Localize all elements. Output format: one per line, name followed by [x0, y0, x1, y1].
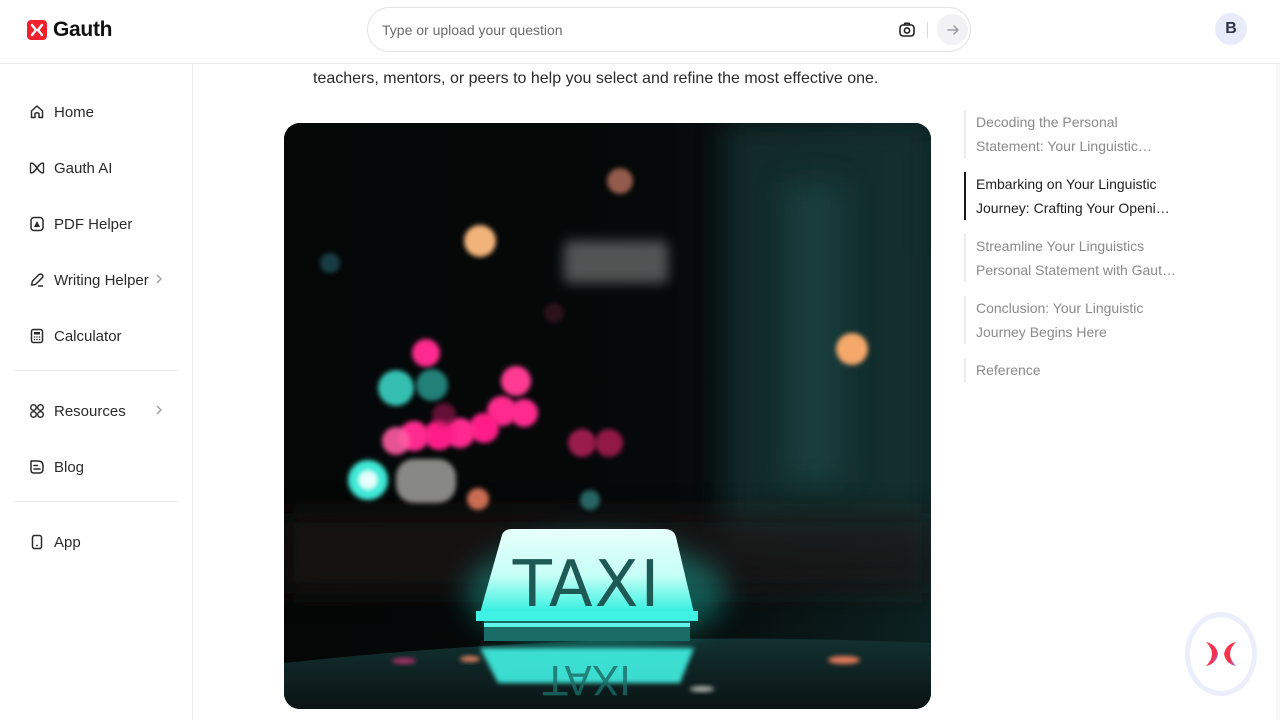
sidebar-item-label: App [54, 533, 81, 551]
toc-item[interactable]: Streamline Your Linguistics Personal Sta… [964, 234, 1184, 282]
sidebar-divider [14, 501, 178, 502]
submit-button[interactable] [937, 14, 968, 45]
sidebar-item-label: Gauth AI [54, 159, 113, 177]
chevron-right-icon [154, 403, 164, 417]
toc-item[interactable]: Decoding the Personal Statement: Your Li… [964, 110, 1184, 158]
toc-item-active[interactable]: Embarking on Your Linguistic Journey: Cr… [964, 172, 1184, 220]
sidebar-item-resources[interactable]: Resources [14, 391, 178, 431]
arrow-right-icon [946, 24, 959, 35]
sidebar-item-label: Writing Helper [54, 271, 149, 289]
search-bar [367, 7, 971, 52]
sidebar-item-label: Home [54, 103, 95, 121]
article-paragraph: teachers, mentors, or peers to help you … [313, 70, 879, 87]
brand-logo[interactable]: Gauth [27, 18, 112, 42]
sidebar-divider [14, 370, 178, 371]
article-image: TAXI TAXI [284, 123, 931, 709]
sidebar-item-writing-helper[interactable]: Writing Helper [14, 260, 178, 300]
sidebar-item-label: PDF Helper [54, 215, 133, 233]
grid-icon [28, 402, 46, 420]
gauth-logo-icon [27, 20, 47, 40]
search-input[interactable] [382, 16, 882, 44]
sidebar-item-home[interactable]: Home [14, 92, 178, 132]
gauth-ai-icon [28, 159, 46, 177]
search-divider [927, 22, 928, 38]
sidebar-item-app[interactable]: App [14, 522, 178, 562]
taxi-sign-text: TAXI [512, 548, 662, 622]
sidebar-item-gauth-ai[interactable]: Gauth AI [14, 148, 178, 188]
sidebar-item-label: Blog [54, 458, 85, 476]
toc-item-reference[interactable]: Reference [964, 358, 1184, 382]
calculator-icon [28, 327, 46, 345]
sidebar-item-blog[interactable]: Blog [14, 447, 178, 487]
sidebar-item-label: Calculator [54, 327, 122, 345]
home-icon [28, 103, 46, 121]
gauth-logo-icon [1206, 642, 1236, 666]
taxi-reflection-text: TAXI [542, 656, 631, 702]
blog-icon [28, 458, 46, 476]
gauth-assistant-button[interactable] [1185, 612, 1257, 696]
pen-icon [28, 271, 46, 289]
sidebar-item-label: Resources [54, 402, 126, 420]
user-avatar[interactable]: B [1215, 13, 1247, 45]
table-of-contents: Decoding the Personal Statement: Your Li… [964, 110, 1184, 396]
toc-item[interactable]: Conclusion: Your Linguistic Journey Begi… [964, 296, 1184, 344]
sidebar: Home Gauth AI PDF Helper Writing Helper … [0, 64, 193, 720]
sidebar-item-pdf-helper[interactable]: PDF Helper [14, 204, 178, 244]
pdf-icon [28, 215, 46, 233]
page-scrollbar[interactable] [1276, 64, 1280, 720]
taxi-photo-illustration: TAXI TAXI [284, 123, 931, 709]
camera-icon[interactable] [898, 21, 916, 39]
phone-icon [28, 533, 46, 551]
sidebar-item-calculator[interactable]: Calculator [14, 316, 178, 356]
brand-name: Gauth [53, 18, 113, 41]
top-header: Gauth B [0, 0, 1280, 64]
chevron-right-icon [154, 272, 164, 286]
